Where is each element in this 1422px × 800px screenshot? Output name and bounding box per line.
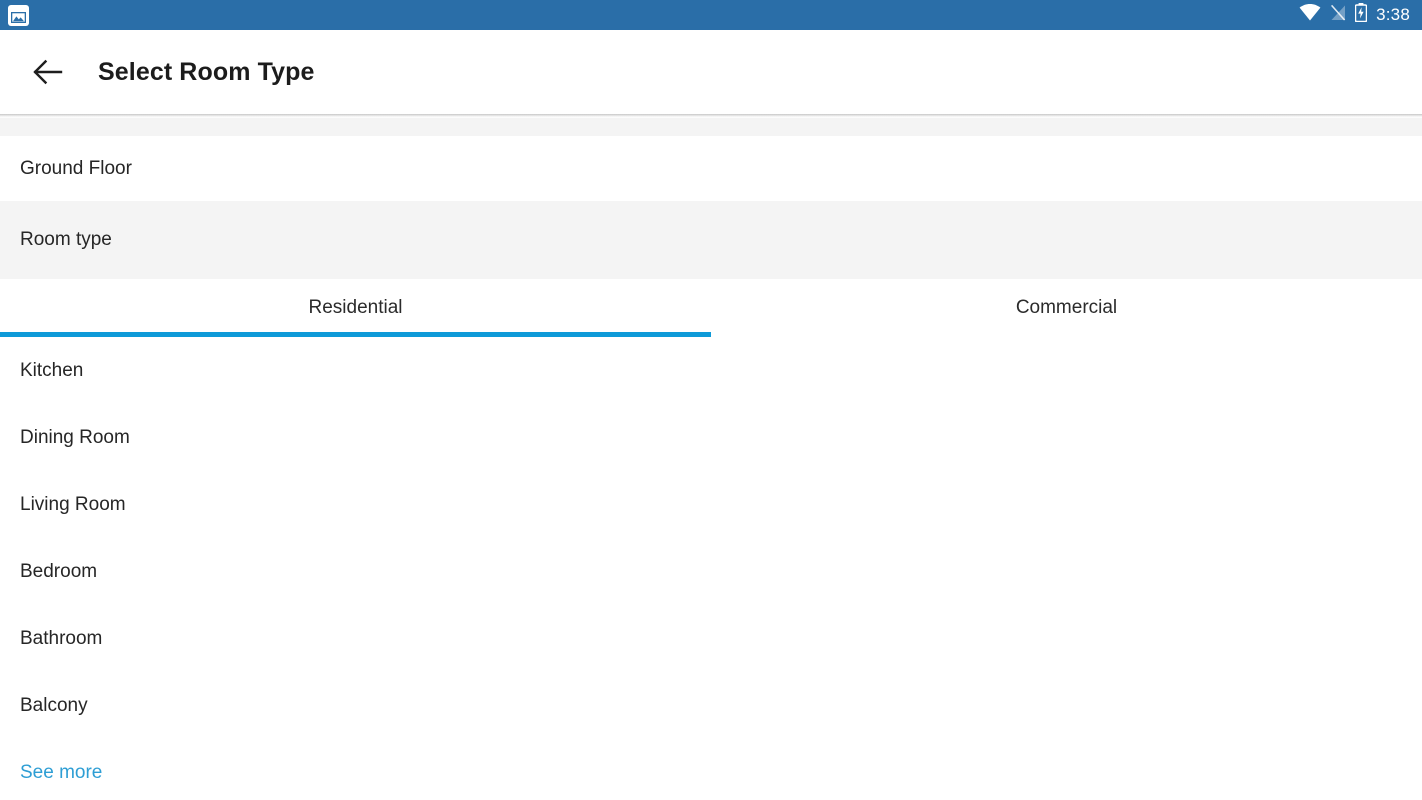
app-screen: 3:38 Select Room Type Ground Floor Room … [0,0,1422,800]
tab-commercial-label: Commercial [1015,297,1118,318]
list-item-label: Bedroom [20,560,98,582]
floor-label: Ground Floor [20,157,132,179]
room-type-list: Kitchen Dining Room Living Room Bedroom … [0,337,1422,800]
list-item[interactable]: Kitchen [0,337,1422,404]
tab-residential-label: Residential [308,297,403,318]
see-more-button[interactable]: See more [0,739,1422,800]
tab-residential[interactable]: Residential [0,279,711,337]
list-item-label: Kitchen [20,359,84,381]
image-notification-icon [8,4,29,26]
list-item[interactable]: Bathroom [0,605,1422,672]
list-item-label: Living Room [20,493,126,515]
status-bar-left [8,4,29,26]
status-bar: 3:38 [0,0,1422,30]
floor-row[interactable]: Ground Floor [0,136,1422,201]
room-type-header-row: Room type [0,201,1422,279]
back-arrow-icon[interactable] [20,44,76,100]
status-bar-clock: 3:38 [1376,5,1410,24]
list-item[interactable]: Living Room [0,471,1422,538]
tab-commercial[interactable]: Commercial [711,279,1422,337]
room-category-tabs: Residential Commercial [0,279,1422,337]
see-more-label: See more [20,761,103,783]
list-item-label: Balcony [20,694,88,716]
signal-no-sim-icon [1330,4,1346,26]
app-bar: Select Room Type [0,30,1422,114]
room-type-label: Room type [20,229,112,250]
status-bar-right: 3:38 [1299,0,1410,30]
list-item[interactable]: Bedroom [0,538,1422,605]
battery-charging-icon [1354,3,1368,27]
page-title: Select Room Type [98,57,315,86]
content-top-spacer [0,118,1422,136]
list-item[interactable]: Dining Room [0,404,1422,471]
list-item-label: Dining Room [20,426,130,448]
list-item-label: Bathroom [20,627,103,649]
list-item[interactable]: Balcony [0,672,1422,739]
wifi-icon [1299,4,1321,26]
